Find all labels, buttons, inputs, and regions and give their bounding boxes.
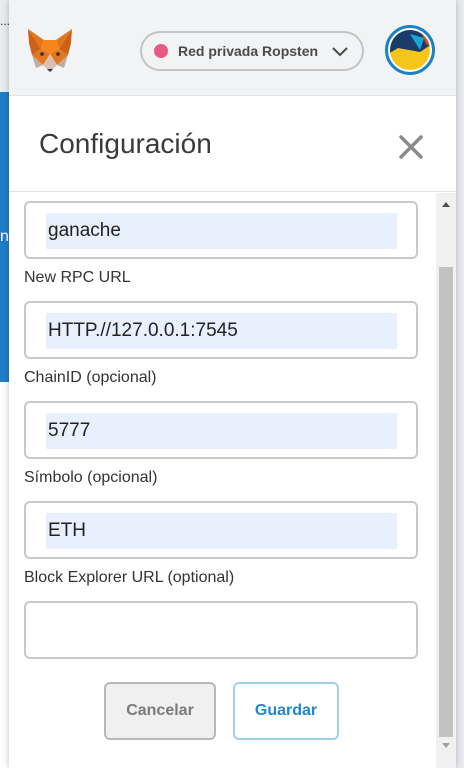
scrollbar[interactable] bbox=[436, 193, 456, 768]
network-name-field[interactable]: ganache bbox=[24, 201, 418, 259]
app-header: Red privada Ropsten bbox=[9, 0, 456, 96]
network-name-value[interactable]: ganache bbox=[46, 213, 397, 249]
scrollbar-thumb[interactable] bbox=[439, 267, 453, 737]
background-page-text: n bbox=[0, 228, 9, 245]
save-button[interactable]: Guardar bbox=[233, 682, 339, 740]
scroll-up-arrow-icon[interactable] bbox=[436, 197, 456, 211]
page-title: Configuración bbox=[39, 128, 212, 159]
symbol-field[interactable]: ETH bbox=[24, 501, 418, 559]
metamask-fox-icon[interactable] bbox=[26, 27, 74, 73]
network-status-dot bbox=[154, 44, 168, 58]
chevron-down-icon bbox=[328, 39, 352, 63]
scroll-down-arrow-icon[interactable] bbox=[436, 739, 456, 753]
chain-id-value[interactable]: 5777 bbox=[46, 413, 397, 449]
cancel-button[interactable]: Cancelar bbox=[104, 682, 216, 740]
network-selector[interactable]: Red privada Ropsten bbox=[140, 31, 364, 71]
network-label: Red privada Ropsten bbox=[178, 43, 319, 59]
chain-id-label: ChainID (opcional) bbox=[24, 369, 157, 386]
symbol-value[interactable]: ETH bbox=[46, 513, 397, 549]
symbol-label: Símbolo (opcional) bbox=[24, 469, 158, 486]
settings-form: ganache New RPC URL HTTP.//127.0.0.1:754… bbox=[9, 193, 436, 768]
settings-header: Configuración bbox=[9, 96, 456, 192]
rpc-url-field[interactable]: HTTP.//127.0.0.1:7545 bbox=[24, 301, 418, 359]
metamask-popup: Red privada Ropsten Configuración ganach… bbox=[9, 0, 456, 768]
rpc-url-value[interactable]: HTTP.//127.0.0.1:7545 bbox=[46, 313, 397, 349]
chain-id-field[interactable]: 5777 bbox=[24, 401, 418, 459]
rpc-url-label: New RPC URL bbox=[24, 269, 131, 286]
explorer-url-label: Block Explorer URL (optional) bbox=[24, 569, 235, 586]
explorer-url-field[interactable] bbox=[24, 601, 418, 659]
close-icon[interactable] bbox=[398, 134, 424, 160]
account-avatar[interactable] bbox=[385, 25, 435, 75]
